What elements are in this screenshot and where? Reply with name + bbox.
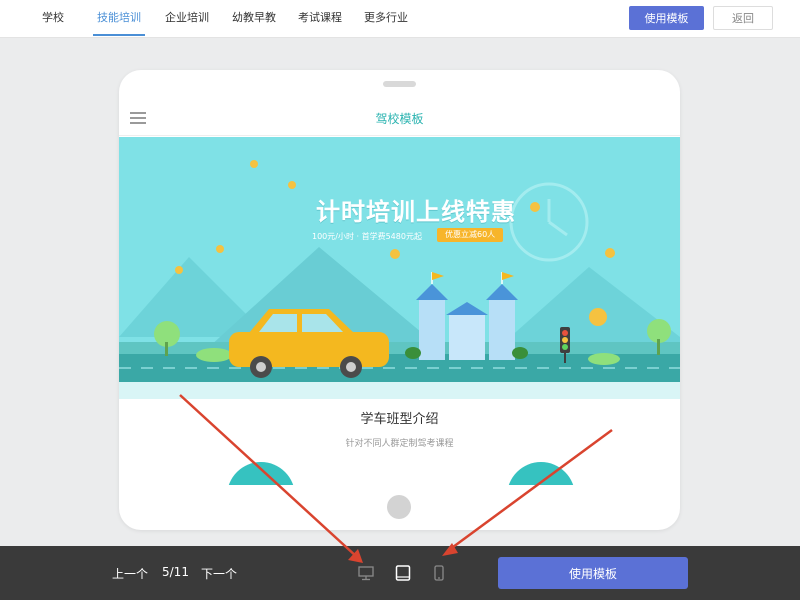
preview-screen[interactable]: 驾校模板 计时培训上线特惠 100元/小时 · 首学费5480元起 优惠立减60…	[119, 100, 680, 485]
tab-early-education[interactable]: 幼教早教	[232, 0, 276, 38]
banner-subtitle: 100元/小时 · 首学费5480元起	[312, 232, 422, 241]
banner-illustration	[119, 160, 680, 399]
bottom-bar: 上一个 5/11 下一个 使用模板	[0, 546, 800, 600]
banner-badge: 优惠立减60人	[437, 228, 504, 242]
tab-school[interactable]: 学校	[42, 0, 64, 38]
tablet-preview-frame: 驾校模板 计时培训上线特惠 100元/小时 · 首学费5480元起 优惠立减60…	[119, 70, 680, 530]
course-card-right[interactable]	[507, 462, 575, 485]
carousel-dots[interactable]	[389, 389, 403, 399]
banner-title: 计时培训上线特惠	[316, 198, 516, 226]
section-title: 学车班型介绍	[360, 412, 439, 427]
tablet-icon[interactable]	[394, 564, 412, 582]
tab-skill-training[interactable]: 技能培训	[93, 0, 145, 38]
tablet-home-button	[387, 495, 411, 519]
course-card-left[interactable]	[227, 462, 295, 485]
desktop-icon[interactable]	[357, 564, 375, 582]
tab-exam-courses[interactable]: 考试课程	[298, 0, 342, 38]
tablet-speaker	[383, 81, 416, 87]
preview-app-title: 驾校模板	[375, 112, 424, 126]
preview-banner[interactable]: 计时培训上线特惠 100元/小时 · 首学费5480元起 优惠立减60人	[119, 137, 680, 399]
use-template-button-bottom[interactable]: 使用模板	[498, 557, 688, 589]
back-button[interactable]: 返回	[713, 6, 773, 30]
phone-icon[interactable]	[430, 564, 448, 582]
section-subtitle: 针对不同人群定制驾考课程	[345, 439, 454, 449]
tab-corporate-training[interactable]: 企业培训	[165, 0, 209, 38]
use-template-button-top[interactable]: 使用模板	[629, 6, 704, 30]
preview-app-header: 驾校模板	[119, 100, 680, 136]
top-nav-bar: 学校 技能培训 企业培训 幼教早教 考试课程 更多行业 使用模板 返回	[0, 0, 800, 38]
page-indicator: 5/11	[162, 565, 189, 579]
prev-template-link[interactable]: 上一个	[112, 565, 148, 582]
tab-more-industries[interactable]: 更多行业	[364, 0, 408, 38]
next-template-link[interactable]: 下一个	[201, 565, 237, 582]
